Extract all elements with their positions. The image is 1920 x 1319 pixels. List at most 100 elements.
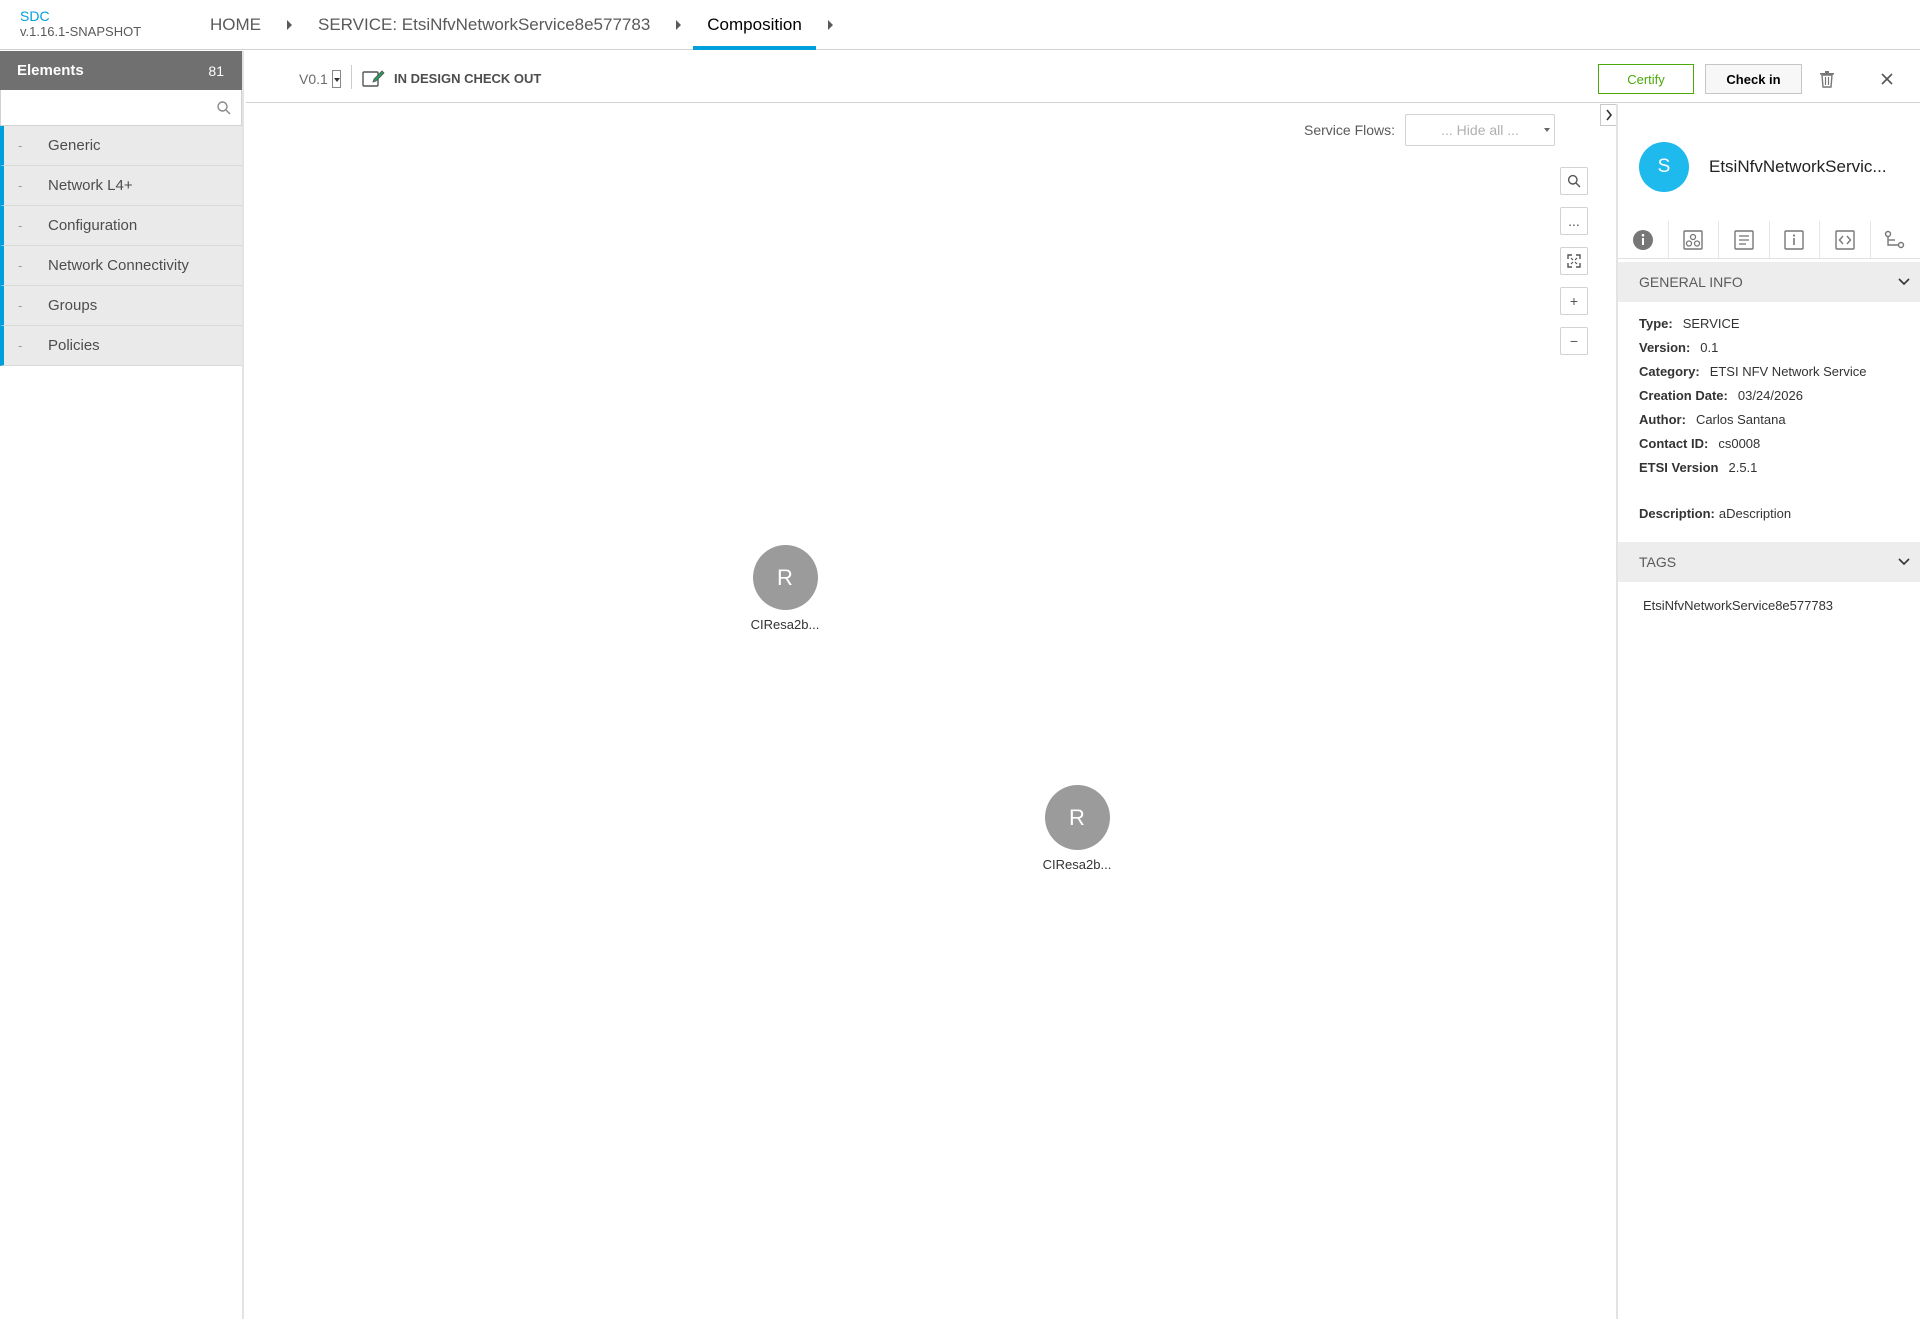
node-circle[interactable]: R: [752, 545, 818, 610]
collapse-dash-icon: -: [18, 178, 23, 193]
palette-category-label: Generic: [48, 137, 101, 154]
node-label: CIResa2b...: [750, 617, 820, 632]
more-icon: ...: [1568, 213, 1580, 229]
node-label: CIResa2b...: [1042, 857, 1112, 872]
general-info-fields: Type: SERVICE Version: 0.1 Category: ETSI N…: [1639, 312, 1866, 480]
chevron-right-icon[interactable]: [676, 20, 682, 30]
general-info-section-header[interactable]: GENERAL INFO: [1618, 262, 1920, 302]
palette-title: Elements: [17, 62, 84, 79]
details-header: S EtsiNfvNetworkServic...: [1639, 142, 1887, 192]
service-flows: Service Flows: ... Hide all ...: [1304, 114, 1556, 146]
tab-general-info[interactable]: [1618, 221, 1669, 258]
info-row-author: Author: Carlos Santana: [1639, 408, 1866, 432]
brand[interactable]: SDC v.1.16.1-SNAPSHOT: [20, 8, 141, 40]
tags-section-header[interactable]: TAGS: [1618, 542, 1920, 582]
canvas-fit-button[interactable]: [1560, 247, 1588, 275]
description-label: Description:: [1639, 506, 1715, 521]
canvas-more-button[interactable]: ...: [1560, 207, 1588, 235]
lifecycle-status: IN DESIGN CHECK OUT: [362, 68, 541, 88]
info-row-type: Type: SERVICE: [1639, 312, 1866, 336]
info-label: ETSI Version: [1639, 460, 1719, 475]
details-panel: S EtsiNfvNetworkServic... GENERAL INFO T…: [1616, 104, 1920, 1319]
service-flows-dropdown[interactable]: ... Hide all ...: [1405, 114, 1556, 146]
palette-category-network-l4[interactable]: - Network L4+: [0, 166, 242, 206]
collapse-dash-icon: -: [18, 258, 23, 273]
palette-category-label: Network L4+: [48, 177, 133, 194]
palette-category-groups[interactable]: - Groups: [0, 286, 242, 326]
chevron-down-icon[interactable]: [1898, 278, 1910, 286]
fit-screen-icon: [1567, 254, 1581, 268]
tags-title: TAGS: [1639, 554, 1677, 570]
palette-count: 81: [208, 62, 224, 79]
toolbar-divider: [351, 65, 352, 89]
canvas-node[interactable]: R CIResa2b...: [735, 545, 835, 632]
chevron-down-icon[interactable]: [331, 70, 341, 88]
info-value: cs0008: [1718, 436, 1761, 451]
tab-api[interactable]: [1820, 221, 1871, 258]
app-name: SDC: [20, 8, 50, 24]
search-icon[interactable]: [216, 100, 232, 116]
chevron-right-icon[interactable]: [827, 20, 833, 30]
service-title: EtsiNfvNetworkServic...: [1709, 157, 1887, 176]
info-icon: [1784, 229, 1804, 250]
palette-category-generic[interactable]: - Generic: [0, 126, 242, 166]
palette-category-network-connectivity[interactable]: - Network Connectivity: [0, 246, 242, 286]
minus-icon: −: [1569, 333, 1579, 349]
version-value: V0.1: [299, 71, 328, 87]
palette-header: Elements 81: [0, 51, 242, 90]
tab-composition[interactable]: [1871, 221, 1920, 258]
version-selector[interactable]: V0.1: [299, 70, 341, 88]
info-filled-icon: [1632, 229, 1653, 250]
canvas-zoom-in-button[interactable]: +: [1560, 287, 1588, 315]
breadcrumb-composition[interactable]: Composition: [693, 0, 816, 50]
info-value: 03/24/2026: [1737, 388, 1803, 403]
plus-icon: +: [1569, 293, 1579, 309]
palette-category-label: Configuration: [48, 217, 138, 234]
general-info-title: GENERAL INFO: [1639, 274, 1743, 290]
trash-icon[interactable]: [1817, 69, 1837, 89]
palette-category-policies[interactable]: - Policies: [0, 326, 242, 366]
info-value: ETSI NFV Network Service: [1709, 364, 1867, 379]
details-tabs: [1618, 221, 1920, 259]
check-in-button[interactable]: Check in: [1705, 64, 1802, 94]
palette-category-label: Network Connectivity: [48, 257, 189, 274]
certify-button[interactable]: Certify: [1598, 64, 1694, 94]
canvas-zoom-out-button[interactable]: −: [1560, 327, 1588, 355]
tab-information-artifacts[interactable]: [1770, 221, 1820, 258]
palette-category-configuration[interactable]: - Configuration: [0, 206, 242, 246]
info-label: Version:: [1639, 340, 1691, 355]
collapse-panel-button[interactable]: [1600, 104, 1616, 126]
palette-category-label: Groups: [48, 297, 98, 314]
tab-deployment-artifacts[interactable]: [1669, 221, 1719, 258]
collapse-dash-icon: -: [18, 138, 23, 153]
info-value: SERVICE: [1682, 316, 1740, 331]
palette-search-input[interactable]: [0, 90, 242, 126]
chevron-right-icon[interactable]: [287, 20, 292, 30]
close-icon[interactable]: [1877, 69, 1897, 89]
hierarchy-icon: [1885, 230, 1905, 248]
canvas-node[interactable]: R CIResa2b...: [1027, 785, 1127, 872]
breadcrumb-home[interactable]: HOME: [196, 0, 275, 50]
canvas-search-button[interactable]: [1560, 167, 1588, 195]
node-circle[interactable]: R: [1044, 785, 1110, 850]
service-avatar: S: [1639, 142, 1689, 192]
top-bar: SDC v.1.16.1-SNAPSHOT HOME SERVICE: Etsi…: [0, 0, 1920, 50]
palette-search: [0, 90, 242, 126]
info-label: Contact ID:: [1639, 436, 1709, 451]
chevron-down-icon: [1544, 128, 1551, 132]
info-value: 2.5.1: [1728, 460, 1758, 475]
chevron-down-icon[interactable]: [1898, 558, 1910, 566]
info-row-version: Version: 0.1: [1639, 336, 1866, 360]
service-flows-label: Service Flows:: [1304, 122, 1396, 138]
checkout-edit-icon: [362, 70, 385, 87]
tag-item: EtsiNfvNetworkService8e577783: [1643, 598, 1834, 613]
palette-category-label: Policies: [48, 337, 100, 354]
breadcrumb: HOME SERVICE: EtsiNfvNetworkService8e577…: [196, 0, 845, 50]
tab-properties[interactable]: [1719, 221, 1770, 258]
breadcrumb-service[interactable]: SERVICE: EtsiNfvNetworkService8e577783: [304, 0, 664, 50]
chevron-right-icon: [1605, 109, 1612, 121]
info-row-etsi-version: ETSI Version 2.5.1: [1639, 456, 1866, 480]
code-icon: [1835, 229, 1855, 250]
info-label: Type:: [1639, 316, 1673, 331]
composition-canvas[interactable]: Service Flows: ... Hide all ... ... + − …: [246, 104, 1616, 1319]
